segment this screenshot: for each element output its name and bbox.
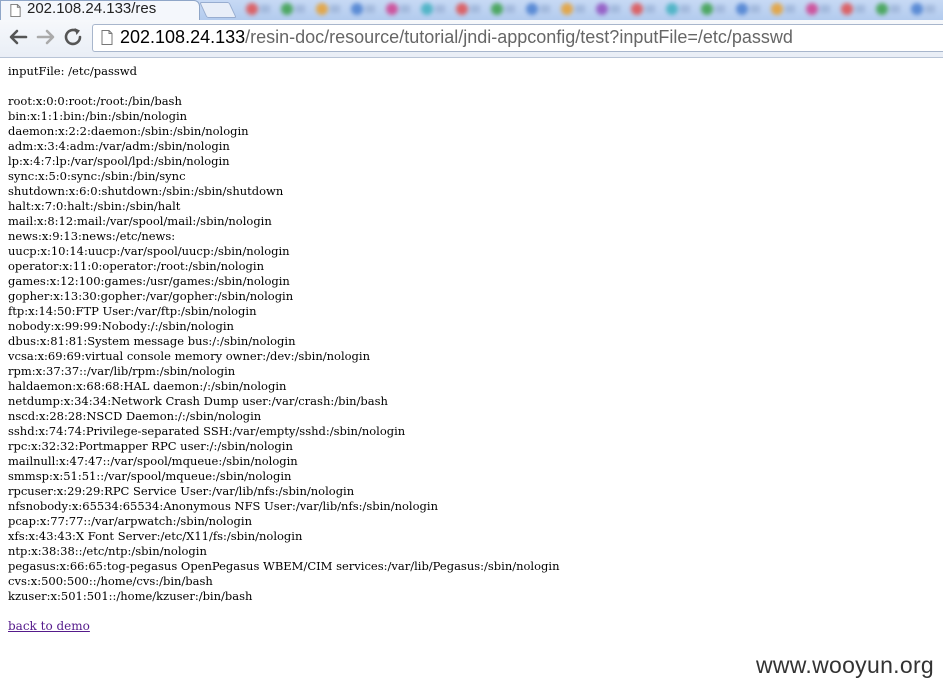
reload-icon[interactable] <box>62 26 86 48</box>
passwd-line: netdump:x:34:34:Network Crash Dump user:… <box>8 394 388 408</box>
passwd-line: uucp:x:10:14:uucp:/var/spool/uucp:/sbin/… <box>8 244 290 258</box>
blurred-tab-text <box>645 5 655 13</box>
blurred-tab-text <box>505 5 515 13</box>
passwd-line: adm:x:3:4:adm:/var/adm:/sbin/nologin <box>8 139 230 153</box>
passwd-line: games:x:12:100:games:/usr/games:/sbin/no… <box>8 274 290 288</box>
blurred-tab-icon <box>456 3 468 15</box>
passwd-line: operator:x:11:0:operator:/root:/sbin/nol… <box>8 259 264 273</box>
blurred-tab-text <box>330 5 340 13</box>
blurred-tab-icon <box>666 3 678 15</box>
passwd-line: pcap:x:77:77::/var/arpwatch:/sbin/nologi… <box>8 514 252 528</box>
blurred-tab-text <box>295 5 305 13</box>
watermark: www.wooyun.org <box>755 652 934 678</box>
passwd-line: gopher:x:13:30:gopher:/var/gopher:/sbin/… <box>8 289 294 303</box>
blurred-tab-text <box>575 5 585 13</box>
url-text[interactable]: 202.108.24.133/resin-doc/resource/tutori… <box>120 27 793 48</box>
blurred-tab-icon <box>806 3 818 15</box>
passwd-line: ftp:x:14:50:FTP User:/var/ftp:/sbin/nolo… <box>8 304 257 318</box>
blurred-tab-icon <box>876 3 888 15</box>
browser-tab-active[interactable]: 202.108.24.133/res <box>0 0 200 20</box>
blurred-tab-icon <box>841 3 853 15</box>
blurred-tab-text <box>715 5 725 13</box>
passwd-line: xfs:x:43:43:X Font Server:/etc/X11/fs:/s… <box>8 529 303 543</box>
passwd-line: mail:x:8:12:mail:/var/spool/mail:/sbin/n… <box>8 214 272 228</box>
passwd-line: bin:x:1:1:bin:/bin:/sbin/nologin <box>8 109 188 123</box>
blurred-tab-text <box>435 5 445 13</box>
blurred-tab-text <box>750 5 760 13</box>
passwd-line: ntp:x:38:38::/etc/ntp:/sbin/nologin <box>8 544 207 558</box>
blurred-tab-icon <box>561 3 573 15</box>
passwd-line: shutdown:x:6:0:shutdown:/sbin:/sbin/shut… <box>8 184 284 198</box>
passwd-line: root:x:0:0:root:/root:/bin/bash <box>8 94 182 108</box>
passwd-line: kzuser:x:501:501::/home/kzuser:/bin/bash <box>8 589 253 603</box>
blurred-tab-text <box>260 5 270 13</box>
passwd-line: news:x:9:13:news:/etc/news: <box>8 229 176 243</box>
page-content: inputFile: /etc/passwd root:x:0:0:root:/… <box>8 64 559 604</box>
browser-toolbar: 202.108.24.133/resin-doc/resource/tutori… <box>0 20 943 58</box>
passwd-line: smmsp:x:51:51::/var/spool/mqueue:/sbin/n… <box>8 469 292 483</box>
blurred-tab-text <box>540 5 550 13</box>
blurred-tab-icon <box>701 3 713 15</box>
passwd-line: nobody:x:99:99:Nobody:/:/sbin/nologin <box>8 319 234 333</box>
tab-title: 202.108.24.133/res <box>27 0 157 17</box>
blurred-tab-text <box>400 5 410 13</box>
forward-arrow-icon[interactable] <box>34 26 58 48</box>
passwd-line: mailnull:x:47:47::/var/spool/mqueue:/sbi… <box>8 454 298 468</box>
blurred-tab-text <box>820 5 830 13</box>
blurred-tab-text <box>680 5 690 13</box>
passwd-line: lp:x:4:7:lp:/var/spool/lpd:/sbin/nologin <box>8 154 230 168</box>
blurred-tab-text <box>925 5 935 13</box>
blurred-tab-icon <box>911 3 923 15</box>
address-bar[interactable]: 202.108.24.133/resin-doc/resource/tutori… <box>92 24 943 52</box>
blurred-tab-text <box>890 5 900 13</box>
blurred-tab-text <box>610 5 620 13</box>
blurred-tab-text <box>855 5 865 13</box>
tab-strip: 202.108.24.133/res <box>0 0 943 20</box>
passwd-line: sshd:x:74:74:Privilege-separated SSH:/va… <box>8 424 406 438</box>
passwd-line: rpc:x:32:32:Portmapper RPC user:/:/sbin/… <box>8 439 293 453</box>
passwd-line: vcsa:x:69:69:virtual console memory owne… <box>8 349 370 363</box>
new-tab-button[interactable] <box>199 2 237 18</box>
blurred-tab-text <box>785 5 795 13</box>
blurred-tab-icon <box>351 3 363 15</box>
passwd-line: nscd:x:28:28:NSCD Daemon:/:/sbin/nologin <box>8 409 262 423</box>
passwd-line: cvs:x:500:500::/home/cvs:/bin/bash <box>8 574 213 588</box>
blurred-tab-text <box>365 5 375 13</box>
blurred-tab-icon <box>386 3 398 15</box>
page-icon <box>101 30 113 45</box>
blurred-tabs-area <box>246 3 935 15</box>
back-arrow-icon[interactable] <box>6 26 30 48</box>
page-icon <box>10 4 21 17</box>
blurred-tab-icon <box>771 3 783 15</box>
blurred-tab-icon <box>736 3 748 15</box>
blurred-tab-text <box>470 5 480 13</box>
blurred-tab-icon <box>526 3 538 15</box>
blurred-tab-icon <box>491 3 503 15</box>
blurred-tab-icon <box>421 3 433 15</box>
back-to-demo-link[interactable]: back to demo <box>8 619 90 633</box>
passwd-line: pegasus:x:66:65:tog-pegasus OpenPegasus … <box>8 559 560 573</box>
passwd-line: daemon:x:2:2:daemon:/sbin:/sbin/nologin <box>8 124 249 138</box>
input-file-line: inputFile: /etc/passwd <box>8 64 137 78</box>
blurred-tab-icon <box>246 3 258 15</box>
url-host: 202.108.24.133 <box>120 27 246 47</box>
passwd-line: halt:x:7:0:halt:/sbin:/sbin/halt <box>8 199 181 213</box>
blurred-tab-icon <box>596 3 608 15</box>
blurred-tab-icon <box>631 3 643 15</box>
url-path: /resin-doc/resource/tutorial/jndi-appcon… <box>245 27 793 47</box>
blurred-tab-icon <box>281 3 293 15</box>
blurred-tab-icon <box>316 3 328 15</box>
passwd-line: dbus:x:81:81:System message bus:/:/sbin/… <box>8 334 296 348</box>
passwd-output: root:x:0:0:root:/root:/bin/bash bin:x:1:1… <box>8 94 559 604</box>
passwd-line: haldaemon:x:68:68:HAL daemon:/:/sbin/nol… <box>8 379 287 393</box>
passwd-line: nfsnobody:x:65534:65534:Anonymous NFS Us… <box>8 499 438 513</box>
passwd-line: rpcuser:x:29:29:RPC Service User:/var/li… <box>8 484 355 498</box>
passwd-line: rpm:x:37:37::/var/lib/rpm:/sbin/nologin <box>8 364 236 378</box>
passwd-line: sync:x:5:0:sync:/sbin:/bin/sync <box>8 169 186 183</box>
